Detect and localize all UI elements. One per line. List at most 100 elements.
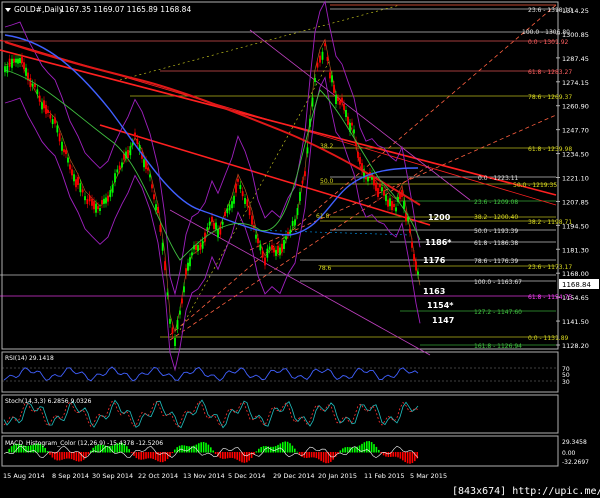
- candle-body: [306, 147, 309, 154]
- macd-tick-lower: -32.2697: [562, 459, 589, 466]
- candle-body: [169, 318, 171, 324]
- candle-body: [73, 174, 75, 182]
- macd-histogram-bar: [202, 441, 205, 453]
- candle-body: [91, 198, 93, 206]
- macd-histogram-bar: [238, 452, 241, 462]
- candle-body: [407, 217, 409, 221]
- candle-body: [375, 182, 377, 191]
- fib-label-15: 23.6 - 1173.17: [528, 264, 572, 271]
- candle-body: [206, 227, 209, 231]
- candle-body: [319, 55, 321, 63]
- price-tick-label: 1128.20: [562, 342, 589, 350]
- price-tick-label: 1221.10: [562, 175, 589, 183]
- macd-histogram-bar: [10, 446, 13, 453]
- fib-label-4: 61.8 - 1283.27: [528, 69, 572, 76]
- key-level-1186: 1186*: [425, 238, 452, 247]
- macd-tick-zero: 0.00: [562, 450, 576, 457]
- date-tick-1: 15 Aug 2014: [3, 472, 45, 480]
- macd-histogram-bar: [265, 446, 267, 453]
- macd-histogram-bar: [171, 452, 174, 454]
- key-level-1200: 1200: [428, 213, 451, 222]
- fib-label-10: 38.2 - 1200.40: [474, 214, 518, 221]
- fib-label-9: 23.6 - 1209.08: [474, 199, 518, 206]
- macd-tick-upper: 29.3458: [562, 439, 587, 446]
- candle-body: [174, 338, 176, 346]
- candle-body: [97, 206, 99, 210]
- macd-histogram-bar: [80, 452, 82, 462]
- macd-histogram-bar: [356, 446, 358, 453]
- candle-body: [49, 114, 52, 119]
- macd-histogram-bar: [394, 452, 397, 457]
- candle-body: [54, 117, 56, 124]
- candle-body: [299, 192, 301, 201]
- candle-body: [411, 241, 413, 248]
- macd-histogram-bar: [154, 452, 157, 461]
- macd-histogram-bar: [409, 452, 411, 464]
- current-price: 1168.84: [562, 281, 591, 289]
- candle-body: [343, 103, 345, 110]
- rsi-title: RSI(14) 29.1418: [5, 355, 54, 362]
- candle-body: [351, 122, 353, 126]
- macd-histogram-bar: [207, 444, 210, 453]
- macd-histogram-bar: [294, 448, 296, 453]
- candle-body: [63, 149, 65, 153]
- candle-body: [88, 195, 91, 202]
- macd-histogram-bar: [58, 452, 61, 461]
- macd-histogram-bar: [157, 452, 159, 462]
- candle-body: [244, 198, 246, 204]
- candle-body: [43, 100, 45, 109]
- candle-body: [65, 150, 67, 155]
- candle-body: [341, 97, 343, 103]
- macd-histogram-bar: [310, 452, 313, 458]
- date-tick-3: 30 Sep 2014: [92, 472, 133, 480]
- symbol-title: GOLD#,Daily: [14, 5, 64, 14]
- candle-body: [183, 286, 185, 293]
- macd-histogram-bar: [166, 452, 169, 460]
- fib-label-19: 0.0 - 1131.89: [528, 335, 569, 342]
- candle-body: [199, 242, 202, 250]
- fib-label-12: 50.0 - 1193.39: [474, 228, 518, 235]
- candle-body: [387, 199, 389, 207]
- macd-histogram-bar: [159, 452, 162, 463]
- candle-body: [118, 165, 121, 170]
- macd-histogram-bar: [291, 445, 294, 453]
- candle-body: [19, 58, 21, 63]
- candle-body: [294, 219, 296, 226]
- fib-label-2: 100.0 - 1306.80: [522, 29, 570, 36]
- price-tick-label: 1141.50: [562, 318, 589, 326]
- candle-body: [324, 43, 326, 47]
- macd-histogram-bar: [70, 452, 73, 460]
- macd-histogram-bar: [49, 452, 51, 455]
- fib-label-13: 61.8 - 1186.38: [474, 240, 518, 247]
- candle-body: [268, 246, 271, 250]
- candle-body: [345, 110, 347, 117]
- macd-histogram-bar: [260, 446, 262, 453]
- key-level-1163: 1163: [423, 287, 445, 296]
- candle-body: [11, 58, 13, 68]
- candle-body: [304, 171, 306, 177]
- candle-body: [273, 247, 275, 253]
- candle-body: [36, 89, 39, 95]
- candle-body: [197, 245, 199, 251]
- candle-body: [25, 67, 27, 76]
- candle-body: [417, 271, 419, 275]
- macd-histogram-bar: [258, 448, 260, 453]
- candle-body: [95, 203, 97, 213]
- rsi-tick-30: 30: [562, 379, 570, 386]
- macd-title: MACD_Histogram_Color (12,26,9) -15.4378 …: [5, 440, 163, 447]
- candle-body: [221, 221, 224, 225]
- price-chart[interactable]: GOLD#,Daily 1167.35 1169.07 1165.89 1168…: [0, 0, 600, 498]
- candle-body: [316, 62, 319, 68]
- macd-histogram-bar: [378, 449, 380, 453]
- macd-histogram-bar: [51, 452, 54, 458]
- date-tick-6: 5 Dec 2014: [228, 472, 265, 480]
- macd-histogram-bar: [135, 452, 138, 459]
- candle-body: [339, 100, 341, 105]
- candle-body: [283, 240, 285, 249]
- candle-body: [45, 104, 47, 114]
- macd-histogram-bar: [289, 443, 291, 453]
- candle-body: [191, 252, 193, 256]
- fib-label-3: 0.0 - 1301.92: [528, 39, 569, 46]
- macd-histogram-bar: [306, 452, 308, 458]
- macd-histogram-bar: [140, 452, 142, 460]
